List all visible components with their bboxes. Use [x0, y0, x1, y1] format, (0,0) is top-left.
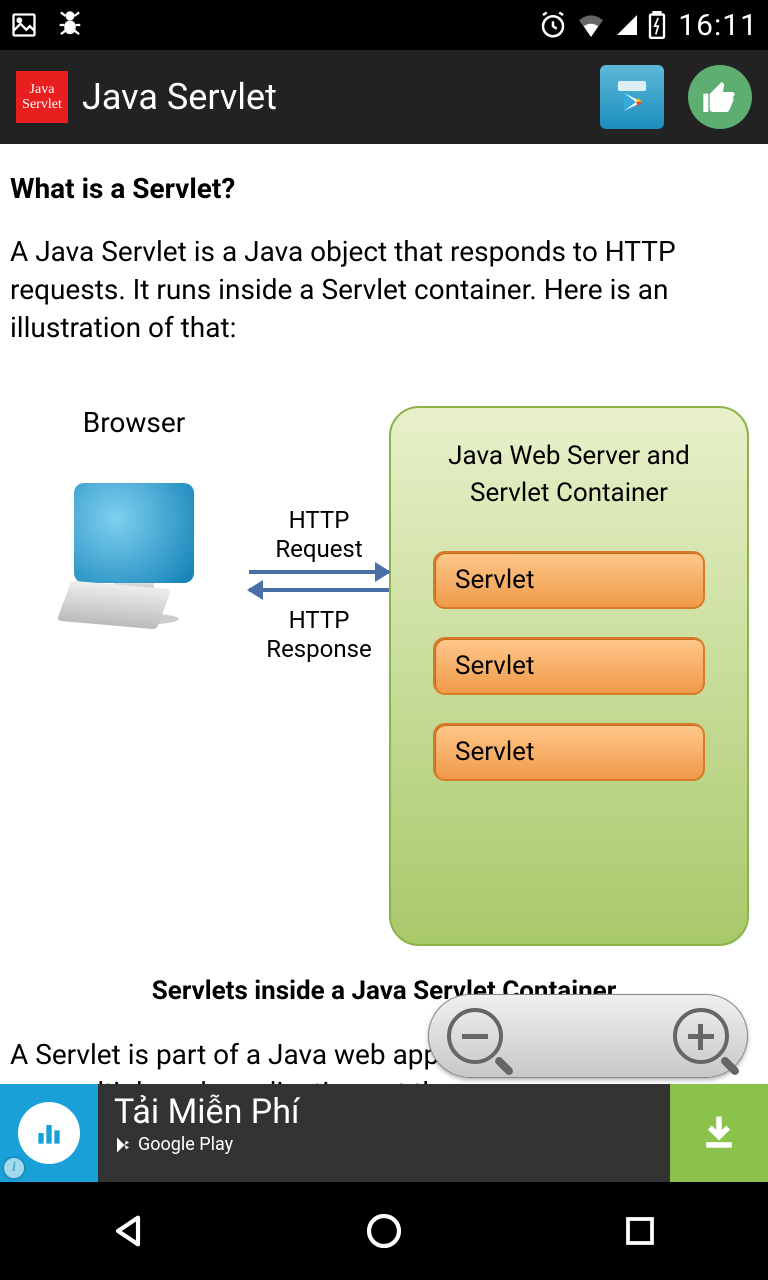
diagram-server-container: Java Web Server andServlet Container Ser… [389, 406, 749, 946]
home-button[interactable] [354, 1201, 414, 1261]
debug-icon [56, 9, 84, 41]
play-store-button[interactable] [600, 65, 664, 129]
ad-info-icon[interactable]: i [2, 1156, 26, 1180]
wifi-icon [576, 13, 606, 37]
server-title: Java Web Server andServlet Container [413, 438, 725, 511]
play-icon [114, 1136, 132, 1154]
zoom-in-button[interactable] [673, 1008, 729, 1064]
alarm-icon [538, 10, 568, 40]
like-button[interactable] [688, 65, 752, 129]
status-left [10, 9, 84, 41]
servlet-box: Servlet [433, 551, 705, 609]
download-button[interactable] [670, 1084, 768, 1182]
response-arrow-icon [249, 588, 389, 592]
servlet-box: Servlet [433, 723, 705, 781]
servlet-diagram: Browser HTTPRequest HTTPResponse [10, 406, 758, 946]
computer-icon [19, 449, 249, 649]
servlet-box: Servlet [433, 637, 705, 695]
battery-charging-icon [648, 11, 666, 39]
image-icon [10, 11, 38, 39]
app-icon: Java Servlet [16, 71, 68, 123]
chart-icon [18, 1102, 80, 1164]
status-bar: 16:11 [0, 0, 768, 50]
request-arrow-icon [249, 570, 389, 574]
status-right: 16:11 [538, 8, 758, 43]
intro-paragraph: A Java Servlet is a Java object that res… [10, 233, 758, 346]
app-icon-line1: Java [30, 82, 55, 97]
zoom-control [428, 994, 748, 1078]
ad-text: Tải Miễn Phí Google Play [98, 1084, 670, 1182]
back-button[interactable] [98, 1201, 158, 1261]
navigation-bar [0, 1182, 768, 1280]
ad-title: Tải Miễn Phí [114, 1092, 654, 1132]
content-area[interactable]: What is a Servlet? A Java Servlet is a J… [0, 144, 768, 1084]
diagram-browser-side: Browser [19, 406, 249, 649]
minus-icon [462, 1034, 488, 1039]
request-label: HTTPRequest [249, 506, 389, 564]
zoom-out-button[interactable] [447, 1008, 503, 1064]
status-time: 16:11 [678, 8, 758, 43]
app-icon-line2: Servlet [22, 97, 62, 112]
diagram-arrows: HTTPRequest HTTPResponse [249, 406, 389, 663]
signal-icon [614, 13, 640, 37]
app-title: Java Servlet [82, 76, 576, 118]
section-heading: What is a Servlet? [10, 172, 758, 205]
ad-store-label: Google Play [114, 1134, 654, 1155]
ad-banner[interactable]: Tải Miễn Phí Google Play i [0, 1084, 768, 1182]
response-label: HTTPResponse [249, 606, 389, 664]
browser-label: Browser [19, 406, 249, 439]
download-icon [697, 1111, 741, 1155]
app-bar: Java Servlet Java Servlet [0, 50, 768, 144]
recents-button[interactable] [610, 1201, 670, 1261]
plus-icon [688, 1034, 714, 1039]
